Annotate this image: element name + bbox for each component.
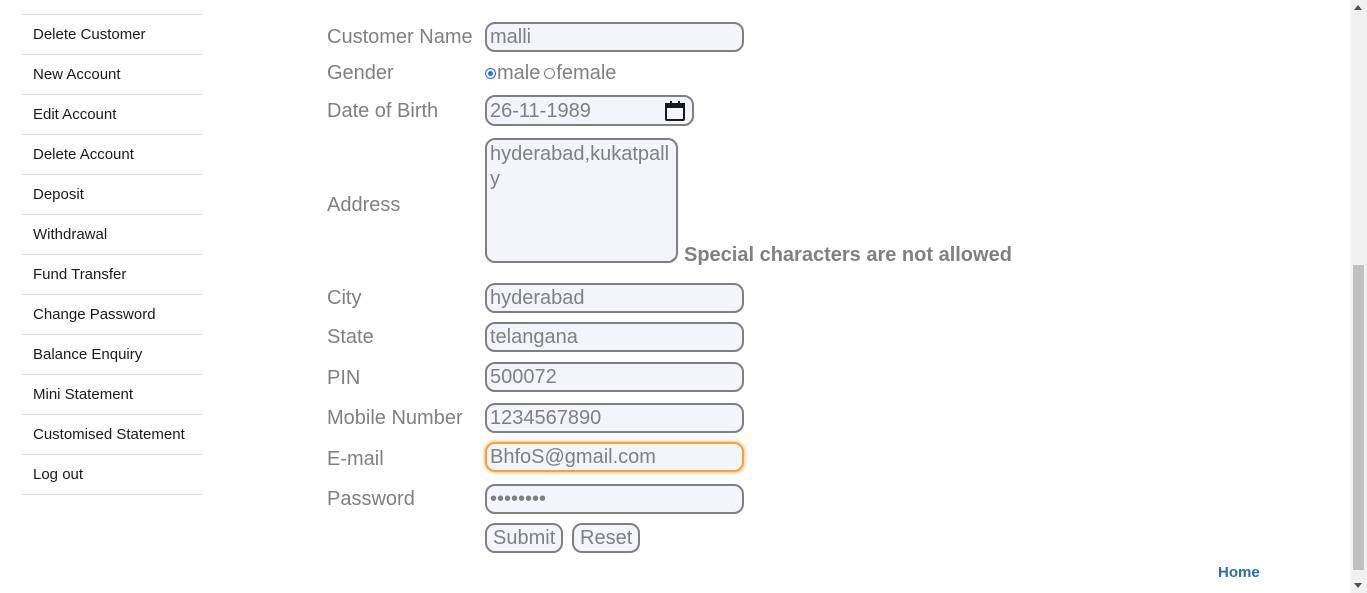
sidebar-item-balance-enquiry[interactable]: Balance Enquiry bbox=[22, 335, 202, 375]
sidebar-item-edit-account[interactable]: Edit Account bbox=[22, 95, 202, 135]
vertical-scrollbar[interactable] bbox=[1350, 0, 1367, 593]
state-input[interactable]: telangana bbox=[485, 322, 744, 352]
sidebar-item-delete-account[interactable]: Delete Account bbox=[22, 135, 202, 175]
customer-name-input[interactable]: malli bbox=[485, 22, 744, 52]
address-textarea[interactable]: hyderabad,kukatpally bbox=[485, 138, 678, 263]
email-label: E-mail bbox=[327, 448, 384, 470]
address-value: hyderabad,kukatpally bbox=[490, 143, 670, 190]
scroll-up-arrow-icon[interactable] bbox=[1354, 5, 1362, 10]
reset-button[interactable]: Reset bbox=[572, 523, 641, 553]
pin-input[interactable]: 500072 bbox=[485, 362, 744, 392]
address-error-message: Special characters are not allowed bbox=[684, 244, 1012, 266]
home-link[interactable]: Home bbox=[1218, 564, 1260, 581]
sidebar-item-withdrawal[interactable]: Withdrawal bbox=[22, 215, 202, 255]
dob-label: Date of Birth bbox=[327, 100, 439, 122]
sidebar-item-fund-transfer[interactable]: Fund Transfer bbox=[22, 255, 202, 295]
sidebar-item-log-out[interactable]: Log out bbox=[22, 455, 202, 495]
password-label: Password bbox=[327, 488, 415, 510]
email-input[interactable]: BhfoS@gmail.com bbox=[485, 442, 744, 472]
sidebar-item-change-password[interactable]: Change Password bbox=[22, 295, 202, 335]
pin-label: PIN bbox=[327, 367, 361, 389]
password-input[interactable]: •••••••• bbox=[485, 484, 744, 514]
state-label: State bbox=[327, 326, 374, 348]
gender-male-radio[interactable] bbox=[485, 68, 496, 79]
mobile-input[interactable]: 1234567890 bbox=[485, 403, 744, 433]
gender-female-label: female bbox=[556, 62, 617, 84]
customer-name-label: Customer Name bbox=[327, 26, 473, 48]
gender-radio-group: male female bbox=[485, 62, 616, 85]
dob-value: 26-11-1989 bbox=[490, 99, 591, 122]
sidebar-item-delete-customer[interactable]: Delete Customer bbox=[22, 15, 202, 55]
sidebar-item-new-account[interactable]: New Account bbox=[22, 55, 202, 95]
sidebar-menu: Edit Customer Delete Customer New Accoun… bbox=[22, 0, 202, 495]
gender-male-label: male bbox=[497, 62, 541, 84]
address-label: Address bbox=[327, 194, 401, 216]
sidebar-item-deposit[interactable]: Deposit bbox=[22, 175, 202, 215]
mobile-label: Mobile Number bbox=[327, 407, 463, 429]
scroll-down-arrow-icon[interactable] bbox=[1354, 583, 1362, 588]
calendar-icon[interactable] bbox=[665, 100, 685, 121]
gender-female-radio[interactable] bbox=[544, 68, 556, 79]
city-input[interactable]: hyderabad bbox=[485, 283, 744, 313]
sidebar-item-edit-customer[interactable]: Edit Customer bbox=[22, 0, 202, 15]
resize-handle-icon[interactable] bbox=[665, 250, 674, 261]
submit-button[interactable]: Submit bbox=[485, 523, 564, 553]
sidebar-item-customised-statement[interactable]: Customised Statement bbox=[22, 415, 202, 455]
dob-input[interactable]: 26-11-1989 bbox=[485, 95, 694, 126]
sidebar-item-mini-statement[interactable]: Mini Statement bbox=[22, 375, 202, 415]
scrollbar-thumb[interactable] bbox=[1353, 265, 1364, 570]
city-label: City bbox=[327, 287, 362, 309]
gender-label: Gender bbox=[327, 62, 394, 84]
